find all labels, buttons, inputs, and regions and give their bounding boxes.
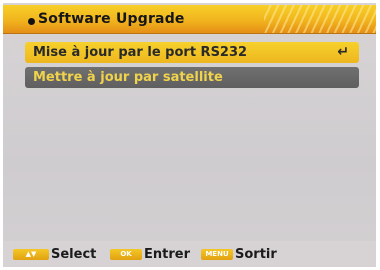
- bullet-icon: [28, 18, 35, 25]
- enter-icon: ↵: [337, 44, 349, 60]
- title-bar: Software Upgrade: [3, 5, 376, 34]
- menu-item-rs232-upgrade[interactable]: Mise à jour par le port RS232 ↵: [25, 42, 359, 63]
- menu-item-label: Mettre à jour par satellite: [33, 70, 223, 85]
- menu-item-satellite-upgrade[interactable]: Mettre à jour par satellite: [25, 67, 359, 88]
- menu-key-icon: MENU: [201, 248, 233, 260]
- page-title: Software Upgrade: [38, 11, 185, 27]
- ok-key-icon: OK: [110, 248, 142, 260]
- hint-enter-label: Entrer: [144, 246, 190, 262]
- hint-select: ▲▼ Select: [13, 246, 96, 262]
- menu-item-label: Mise à jour par le port RS232: [33, 45, 248, 60]
- footer-hint-bar: ▲▼ Select OK Entrer MENU Sortir: [3, 241, 376, 267]
- hint-select-label: Select: [51, 246, 97, 262]
- hint-enter: OK Entrer: [110, 246, 190, 262]
- hint-exit-label: Sortir: [235, 246, 277, 262]
- upgrade-menu: Mise à jour par le port RS232 ↵ Mettre à…: [25, 42, 359, 92]
- tv-screen: Software Upgrade Mise à jour par le port…: [3, 3, 376, 267]
- arrow-keys-icon: ▲▼: [13, 248, 49, 260]
- title-bar-decoration: [264, 5, 376, 33]
- hint-exit: MENU Sortir: [201, 246, 277, 262]
